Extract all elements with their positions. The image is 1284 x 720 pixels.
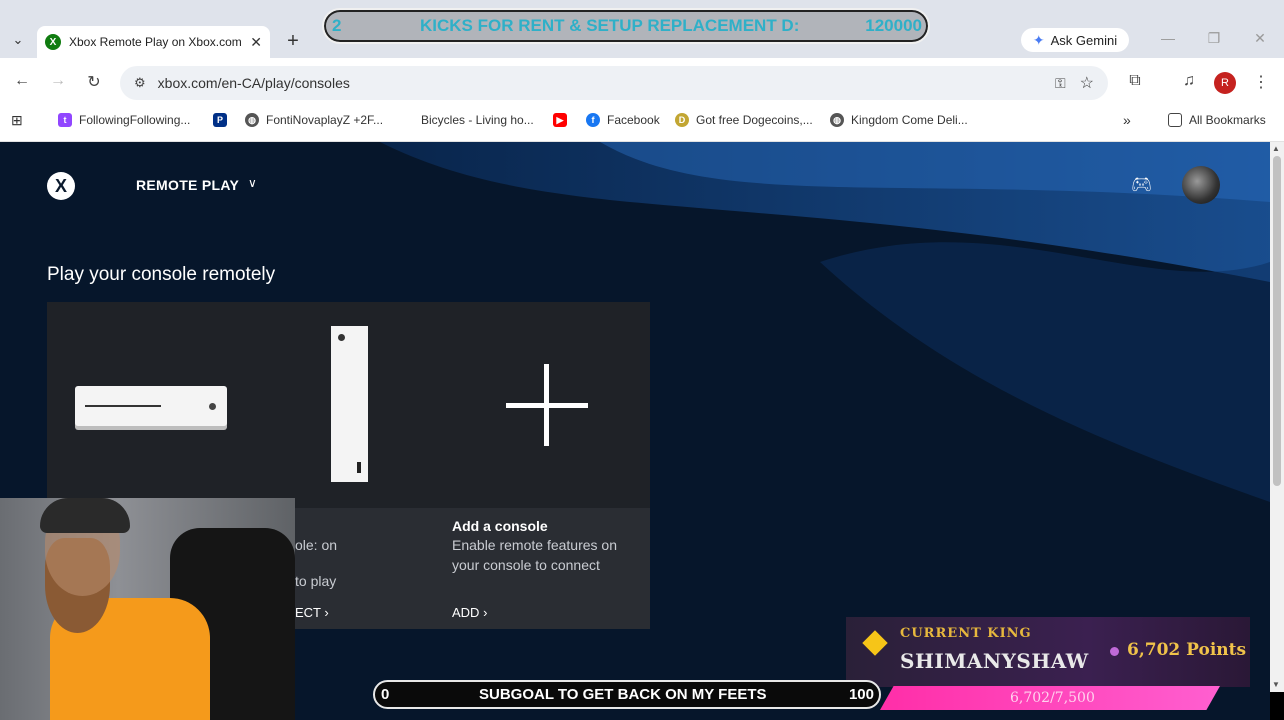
bookmark-item[interactable]: t FollowingFollowing... [58, 112, 190, 128]
xbox-logo-icon[interactable]: X [47, 172, 75, 200]
apps-grid-icon[interactable]: ⊞ [11, 112, 23, 128]
console-power-button [209, 403, 216, 410]
remote-play-nav-title[interactable]: REMOTE PLAY [136, 177, 239, 193]
blank-page-icon [400, 113, 414, 127]
forward-arrow-icon[interactable]: → [47, 72, 69, 90]
page-scrollbar[interactable]: ▲ ▼ [1270, 142, 1284, 692]
banner-left-number: 2 [332, 16, 342, 35]
restore-icon[interactable]: ❐ [1204, 30, 1224, 47]
page-heading: Play your console remotely [47, 264, 276, 285]
chevron-down-icon[interactable]: ∨ [248, 176, 257, 190]
subgoal-bar: 0 SUBGOAL TO GET BACK ON MY FEETS 100 [373, 680, 881, 709]
add-console-button[interactable]: ADD › [452, 605, 487, 620]
media-control-icon[interactable]: ♫ [1178, 72, 1200, 90]
bookmarks-overflow-icon[interactable]: » [1123, 112, 1131, 128]
tab-title: Xbox Remote Play on Xbox.com [69, 35, 241, 49]
add-console-title: Add a console [452, 518, 548, 534]
close-window-icon[interactable]: ✕ [1250, 30, 1270, 47]
extensions-icon[interactable]: ⧉ [1124, 72, 1146, 90]
bookmark-item[interactable]: P [213, 112, 234, 128]
bookmark-item[interactable]: D Got free Dogecoins,... [675, 112, 813, 128]
subgoal-start: 0 [381, 686, 390, 703]
subgoal-text: SUBGOAL TO GET BACK ON MY FEETS [479, 686, 767, 703]
site-info-icon[interactable]: ⚙ [134, 75, 146, 91]
youtube-icon: ▶ [553, 113, 567, 127]
user-avatar[interactable] [1182, 166, 1220, 204]
screen: { "browser": { "tab_title": "Xbox Remote… [0, 0, 1284, 720]
paypal-icon: P [213, 113, 227, 127]
bookmark-star-icon[interactable]: ☆ [1080, 73, 1094, 93]
profile-avatar[interactable]: R [1214, 72, 1236, 94]
bookmark-item[interactable]: ◍ Kingdom Come Deli... [830, 112, 968, 128]
tab-close-icon[interactable]: ✕ [250, 34, 262, 51]
chrome-menu-icon[interactable]: ⋮ [1250, 72, 1272, 92]
add-console-desc-2: your console to connect [452, 557, 600, 573]
xbox-favicon-icon: X [45, 34, 61, 50]
scroll-up-icon[interactable]: ▲ [1272, 144, 1280, 153]
console-logo [338, 334, 345, 341]
console-port [357, 462, 361, 473]
back-arrow-icon[interactable]: ← [11, 72, 33, 90]
banner-text: KICKS FOR RENT & SETUP REPLACEMENT D: [420, 16, 800, 35]
omnibox[interactable]: ⚙ xbox.com/en-CA/play/consoles ⚿ ☆ [120, 66, 1108, 100]
url-text[interactable]: xbox.com/en-CA/play/consoles [158, 75, 350, 91]
reload-icon[interactable]: ↻ [83, 72, 105, 92]
subgoal-end: 100 [848, 686, 874, 703]
stream-goal-banner: 2 KICKS FOR RENT & SETUP REPLACEMENT D: … [322, 8, 930, 44]
add-console-desc-1: Enable remote features on [452, 537, 617, 553]
tab-xbox-remote-play[interactable]: X Xbox Remote Play on Xbox.com ✕ [37, 26, 270, 58]
console-status-text: ole: on [295, 537, 338, 553]
folder-icon [1168, 113, 1182, 127]
xbox-one-s-console-image[interactable] [75, 386, 227, 426]
password-key-icon[interactable]: ⚿ [1055, 75, 1066, 92]
webcam-person-hat [40, 498, 130, 533]
chevron-right-icon: › [324, 605, 329, 620]
console-connect-label: ECT [295, 605, 321, 620]
controller-icon[interactable]: 🎮︎ [1131, 175, 1153, 195]
minimize-icon[interactable]: — [1158, 30, 1178, 46]
banner-right-number: 120000 [865, 16, 922, 35]
add-console-label: ADD [452, 605, 480, 620]
dogecoin-icon: D [675, 113, 689, 127]
ask-gemini-button[interactable]: ✦ Ask Gemini [1021, 28, 1129, 52]
xbox-series-s-console-image[interactable] [331, 326, 368, 482]
globe-icon: ◍ [245, 113, 259, 127]
all-bookmarks-button[interactable]: All Bookmarks [1168, 112, 1266, 128]
points-gem-icon [1110, 647, 1119, 656]
bookmark-item[interactable]: ◍ FontiNovaplayZ +2F... [245, 112, 383, 128]
tab-search-dropdown-icon[interactable]: ⌄ [6, 28, 30, 52]
console-connect-link[interactable]: ECT › [295, 605, 329, 620]
console-status-text-2: to play [295, 573, 337, 589]
king-progress-text: 6,702/7,500 [1010, 690, 1095, 706]
facebook-icon: f [586, 113, 600, 127]
webcam-overlay [0, 498, 295, 720]
bookmark-item[interactable]: Bicycles - Living ho... [400, 112, 534, 128]
scroll-thumb[interactable] [1273, 156, 1281, 486]
king-points: 6,702 Points [1127, 640, 1247, 660]
bookmark-item[interactable]: f Facebook [586, 112, 660, 128]
bookmark-item[interactable]: ▶ [553, 112, 574, 128]
gemini-sparkle-icon: ✦ [1032, 31, 1045, 48]
king-name: SHIMANYSHAW [900, 649, 1089, 673]
chevron-right-icon: › [483, 605, 488, 620]
scroll-down-icon[interactable]: ▼ [1272, 680, 1280, 689]
console-slot [85, 405, 161, 407]
add-console-plus-icon-bar[interactable] [506, 403, 588, 408]
ask-gemini-label: Ask Gemini [1050, 32, 1118, 48]
new-tab-button[interactable]: + [282, 30, 304, 52]
king-label: CURRENT KING [900, 626, 1032, 641]
globe-icon: ◍ [830, 113, 844, 127]
twitch-icon: t [58, 113, 72, 127]
